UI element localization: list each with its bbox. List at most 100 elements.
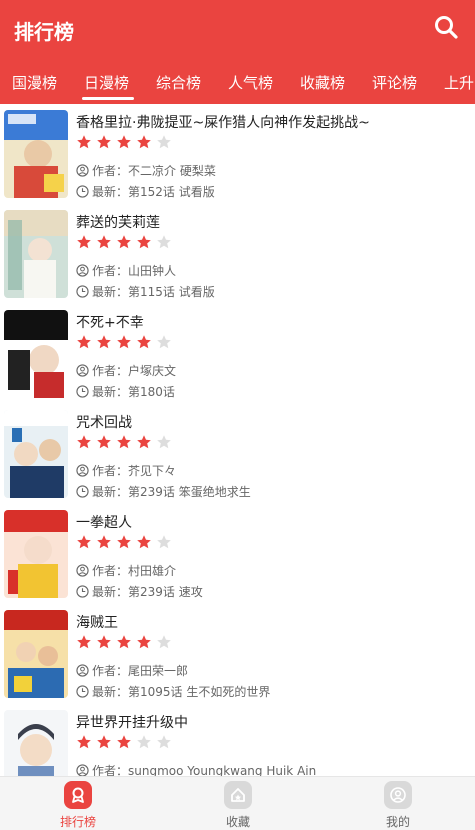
user-icon [76, 164, 89, 177]
latest-prefix: 最新： [92, 485, 129, 499]
rating-stars [76, 334, 176, 350]
star-filled-icon [97, 735, 111, 749]
rating-stars [76, 534, 176, 550]
author-name: 尾田荣一郎 [128, 664, 189, 678]
item-title: 咒术回战 [76, 415, 132, 431]
list-item[interactable]: 不死+不幸 作者： 户塚庆文 最新： 第180话 [0, 304, 475, 404]
star-filled-icon [77, 635, 91, 649]
latest-chapter: 第152话 试看版 [128, 185, 215, 199]
latest-row: 最新： 第180话 [76, 383, 175, 400]
latest-prefix: 最新： [92, 685, 129, 699]
star-empty-icon [157, 135, 171, 149]
author-name: 山田钟人 [128, 264, 177, 278]
cover-image [4, 610, 68, 698]
star-filled-icon [77, 335, 91, 349]
tab-shangsheng[interactable]: 上升 [444, 72, 474, 93]
search-icon [435, 16, 458, 39]
ranking-icon [64, 781, 92, 809]
user-icon [76, 464, 89, 477]
cover-image [4, 110, 68, 198]
author-name: 户塚庆文 [128, 364, 177, 378]
star-empty-icon [157, 335, 171, 349]
author-prefix: 作者： [92, 664, 129, 678]
item-title: 不死+不幸 [76, 315, 144, 331]
author-prefix: 作者： [92, 164, 129, 178]
author-row: 作者： sungmoo Youngkwang Huik Ain [76, 762, 316, 776]
clock-icon [76, 385, 89, 398]
cover-image [4, 310, 68, 398]
star-filled-icon [117, 235, 131, 249]
nav-profile[interactable]: 我的 [358, 781, 438, 830]
rating-stars [76, 634, 176, 650]
author-prefix: 作者： [92, 764, 129, 776]
user-icon [76, 364, 89, 377]
cover-image [4, 410, 68, 498]
latest-row: 最新： 第152话 试看版 [76, 183, 215, 200]
star-empty-icon [157, 435, 171, 449]
clock-icon [76, 685, 89, 698]
favorites-icon [224, 781, 252, 809]
nav-ranking[interactable]: 排行榜 [38, 781, 118, 830]
star-filled-icon [117, 435, 131, 449]
tab-zonghe[interactable]: 综合榜 [156, 72, 201, 93]
list-item[interactable]: 海贼王 作者： 尾田荣一郎 最新： 第1095话 生不如死的世界 [0, 604, 475, 704]
latest-prefix: 最新： [92, 385, 129, 399]
latest-row: 最新： 第115话 试看版 [76, 283, 215, 300]
star-filled-icon [117, 135, 131, 149]
latest-prefix: 最新： [92, 585, 129, 599]
clock-icon [76, 185, 89, 198]
author-row: 作者： 不二凉介 硬梨菜 [76, 162, 216, 179]
star-filled-icon [137, 535, 151, 549]
star-filled-icon [117, 535, 131, 549]
profile-icon [384, 781, 412, 809]
latest-chapter: 第239话 笨蛋绝地求生 [128, 485, 251, 499]
nav-label: 我的 [385, 815, 410, 829]
latest-chapter: 第239话 速攻 [128, 585, 203, 599]
rating-stars [76, 234, 176, 250]
author-prefix: 作者： [92, 564, 129, 578]
tab-pinglun[interactable]: 评论榜 [372, 72, 417, 93]
author-row: 作者： 户塚庆文 [76, 362, 176, 379]
tab-shoucang[interactable]: 收藏榜 [300, 72, 345, 93]
star-filled-icon [97, 635, 111, 649]
clock-icon [76, 485, 89, 498]
author-prefix: 作者： [92, 264, 129, 278]
rating-stars [76, 134, 176, 150]
nav-label: 排行榜 [59, 815, 96, 829]
clock-icon [76, 285, 89, 298]
tab-renqi[interactable]: 人气榜 [228, 72, 273, 93]
active-tab-indicator [82, 97, 134, 100]
latest-chapter: 第115话 试看版 [128, 285, 215, 299]
list-item[interactable]: 一拳超人 作者： 村田雄介 最新： 第239话 速攻 [0, 504, 475, 604]
list-item[interactable]: 咒术回战 作者： 芥见下々 最新： 第239话 笨蛋绝地求生 [0, 404, 475, 504]
star-filled-icon [137, 435, 151, 449]
list-item[interactable]: 香格里拉·弗陇提亚~屎作猎人向神作发起挑战~ 作者： 不二凉介 硬梨菜 最新： 第1… [0, 104, 475, 204]
author-row: 作者： 村田雄介 [76, 562, 176, 579]
star-filled-icon [97, 435, 111, 449]
item-title: 葬送的芙莉莲 [76, 215, 160, 231]
nav-favorites[interactable]: 收藏 [198, 781, 278, 830]
star-filled-icon [97, 535, 111, 549]
star-filled-icon [137, 335, 151, 349]
star-filled-icon [97, 135, 111, 149]
latest-row: 最新： 第1095话 生不如死的世界 [76, 683, 270, 700]
star-empty-icon [157, 535, 171, 549]
list-item[interactable]: 异世界开挂升级中 作者： sungmoo Youngkwang Huik Ain [0, 704, 475, 776]
nav-label: 收藏 [225, 815, 250, 829]
list-item[interactable]: 葬送的芙莉莲 作者： 山田钟人 最新： 第115话 试看版 [0, 204, 475, 304]
latest-chapter: 第180话 [128, 385, 175, 399]
star-filled-icon [77, 135, 91, 149]
search-button[interactable] [433, 14, 461, 42]
tab-guoman[interactable]: 国漫榜 [12, 72, 57, 93]
star-empty-icon [137, 735, 151, 749]
category-tabs: 国漫榜 日漫榜 综合榜 人气榜 收藏榜 评论榜 上升 [0, 60, 475, 104]
item-title: 异世界开挂升级中 [76, 715, 188, 731]
tab-riman[interactable]: 日漫榜 [84, 72, 129, 93]
rating-stars [76, 734, 176, 750]
user-icon [76, 664, 89, 677]
star-filled-icon [77, 235, 91, 249]
star-filled-icon [137, 635, 151, 649]
ranking-list[interactable]: 香格里拉·弗陇提亚~屎作猎人向神作发起挑战~ 作者： 不二凉介 硬梨菜 最新： 第1… [0, 104, 475, 776]
author-name: 不二凉介 硬梨菜 [128, 164, 216, 178]
author-row: 作者： 山田钟人 [76, 262, 176, 279]
